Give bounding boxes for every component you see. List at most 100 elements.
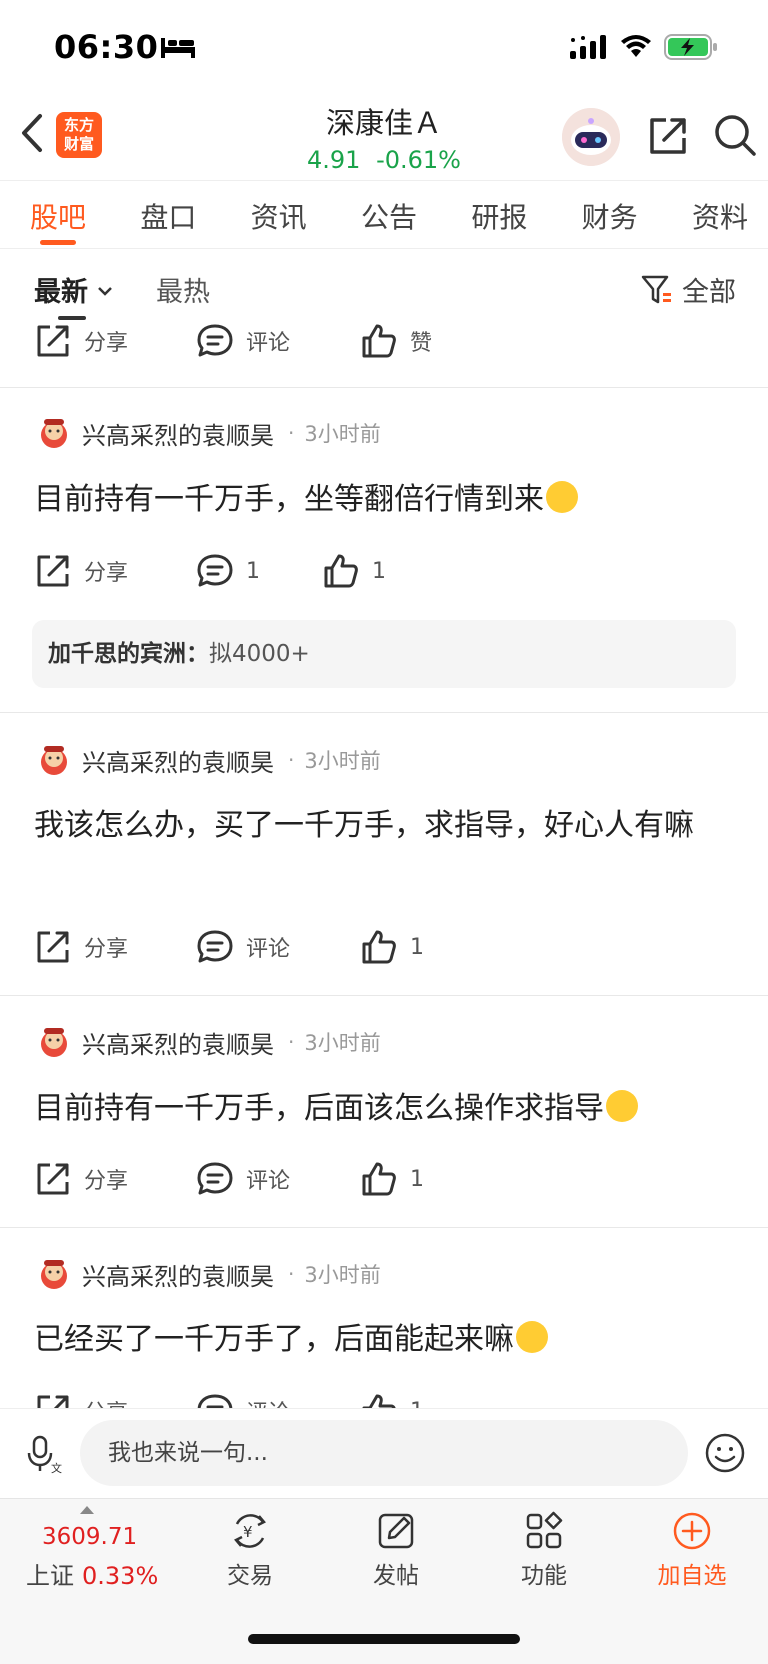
post-text: 我该怎么办，买了一千万手，求指导，好心人有嘛 bbox=[34, 808, 694, 843]
post-content[interactable]: 已经买了一千万手了，后面能起来嘛 bbox=[34, 1314, 738, 1366]
nav-post[interactable]: 发帖 bbox=[336, 1510, 456, 1590]
add-circle-icon bbox=[673, 1512, 711, 1550]
filter-all-button[interactable]: 全部 bbox=[640, 270, 736, 309]
index-value[interactable]: 3609.71 bbox=[42, 1524, 137, 1550]
status-indicators bbox=[570, 34, 718, 60]
stock-price: 4.91 bbox=[307, 146, 361, 174]
comment-icon bbox=[197, 324, 233, 357]
post-author[interactable]: 兴高采烈的袁顺昊 · 3小时前 bbox=[36, 1024, 381, 1060]
post-author[interactable]: 兴高采烈的袁顺昊 · 3小时前 bbox=[36, 415, 381, 451]
comment-label: 评论 bbox=[246, 937, 291, 962]
svg-text:文: 文 bbox=[51, 1461, 62, 1474]
like-action[interactable]: 1 bbox=[360, 928, 424, 966]
separator-dot: · bbox=[288, 748, 295, 772]
share-label: 分享 bbox=[84, 561, 129, 586]
post-content[interactable]: 目前持有一千万手，后面该怎么操作求指导 bbox=[34, 1083, 738, 1135]
sort-latest-label: 最新 bbox=[34, 277, 88, 308]
post-divider bbox=[0, 1227, 768, 1228]
comment-action[interactable]: 1 bbox=[196, 552, 260, 590]
post-text: 目前持有一千万手，坐等翻倍行情到来 bbox=[34, 482, 544, 517]
comment-action[interactable]: 评论 bbox=[196, 928, 290, 966]
like-action[interactable]: 1 bbox=[360, 1160, 424, 1198]
comment-action[interactable]: 评论 bbox=[196, 1160, 290, 1198]
stock-change-pct: -0.61% bbox=[376, 146, 461, 174]
separator-dot: · bbox=[288, 1030, 295, 1054]
sort-latest-dropdown[interactable]: 最新 bbox=[34, 270, 113, 309]
post-divider bbox=[0, 387, 768, 388]
like-count: 1 bbox=[410, 934, 424, 960]
post-time: 3小时前 bbox=[304, 749, 381, 773]
avatar bbox=[41, 746, 67, 775]
trade-icon: ¥ bbox=[234, 1514, 266, 1548]
share-action[interactable]: 分享 bbox=[34, 928, 128, 966]
reply-author: 加千思的宾洲： bbox=[48, 641, 209, 667]
post-author[interactable]: 兴高采烈的袁顺昊 · 3小时前 bbox=[36, 1256, 381, 1292]
post-time: 3小时前 bbox=[304, 1263, 381, 1287]
share-action[interactable]: 分享 bbox=[34, 552, 128, 590]
comment-icon bbox=[197, 1162, 233, 1195]
ai-assistant-icon[interactable] bbox=[562, 108, 620, 166]
filter-icon bbox=[641, 275, 671, 303]
wifi-icon bbox=[621, 35, 651, 57]
post-text: 目前持有一千万手，后面该怎么操作求指导 bbox=[34, 1091, 604, 1126]
avatar bbox=[41, 419, 67, 448]
author-name: 兴高采烈的袁顺昊 bbox=[82, 1262, 274, 1291]
like-count: 1 bbox=[410, 1166, 424, 1192]
search-icon[interactable] bbox=[712, 112, 758, 158]
post-time: 3小时前 bbox=[304, 422, 381, 446]
home-indicator[interactable] bbox=[248, 1634, 520, 1644]
share-icon bbox=[37, 931, 69, 963]
thumbs-up-icon bbox=[362, 930, 396, 964]
share-label: 分享 bbox=[84, 1169, 129, 1194]
emoji-picker-icon[interactable] bbox=[704, 1432, 746, 1474]
post-content[interactable]: 我该怎么办，买了一千万手，求指导，好心人有嘛 bbox=[34, 800, 738, 852]
nav-functions-label: 功能 bbox=[521, 1563, 567, 1589]
reply-text: 拟4000+ bbox=[209, 641, 310, 667]
header-divider bbox=[0, 180, 768, 181]
nav-trade[interactable]: ¥ 交易 bbox=[190, 1510, 310, 1590]
svg-text:¥: ¥ bbox=[243, 1523, 253, 1541]
sort-hottest[interactable]: 最热 bbox=[156, 270, 210, 309]
separator-dot: · bbox=[288, 1262, 295, 1286]
comment-input[interactable]: 我也来说一句... bbox=[80, 1420, 688, 1486]
post-time: 3小时前 bbox=[304, 1031, 381, 1055]
reply-preview[interactable]: 加千思的宾洲：拟4000+ bbox=[32, 620, 736, 688]
thumbs-up-icon bbox=[324, 554, 358, 588]
like-action[interactable]: 1 bbox=[322, 552, 386, 590]
tab-research[interactable]: 研报 bbox=[471, 182, 527, 248]
separator-dot: · bbox=[288, 421, 295, 445]
share-icon bbox=[37, 325, 69, 357]
author-name: 兴高采烈的袁顺昊 bbox=[82, 1030, 274, 1059]
index-name: 上证 bbox=[26, 1562, 74, 1590]
index-expand-icon[interactable] bbox=[80, 1506, 94, 1514]
post-content[interactable]: 目前持有一千万手，坐等翻倍行情到来 bbox=[34, 474, 738, 526]
sleep-mode-icon bbox=[161, 38, 195, 58]
status-time: 06:30 bbox=[54, 28, 159, 66]
comment-action[interactable]: 评论 bbox=[196, 322, 290, 360]
index-summary[interactable]: 上证 0.33% bbox=[26, 1556, 158, 1591]
comment-count: 1 bbox=[246, 558, 260, 584]
tabs-divider bbox=[0, 248, 768, 249]
nav-functions[interactable]: 功能 bbox=[484, 1510, 604, 1590]
comment-icon bbox=[197, 554, 233, 587]
battery-charging-icon bbox=[664, 34, 717, 60]
share-label: 分享 bbox=[84, 331, 129, 356]
nav-add-watchlist[interactable]: 加自选 bbox=[632, 1510, 752, 1590]
nav-add-watchlist-label: 加自选 bbox=[657, 1563, 727, 1589]
tab-news[interactable]: 资讯 bbox=[251, 182, 307, 248]
tab-finance[interactable]: 财务 bbox=[582, 182, 638, 248]
nav-post-label: 发帖 bbox=[373, 1563, 419, 1589]
post-author[interactable]: 兴高采烈的袁顺昊 · 3小时前 bbox=[36, 742, 381, 778]
tab-announcements[interactable]: 公告 bbox=[361, 182, 417, 248]
tab-profile[interactable]: 资料 bbox=[692, 182, 748, 248]
chevron-down-icon bbox=[98, 287, 113, 296]
comment-icon bbox=[197, 930, 233, 963]
share-action[interactable]: 分享 bbox=[34, 322, 128, 360]
tab-guba[interactable]: 股吧 bbox=[30, 182, 86, 248]
like-count: 1 bbox=[372, 558, 386, 584]
tab-pankou[interactable]: 盘口 bbox=[140, 182, 196, 248]
voice-input-icon[interactable]: 文 bbox=[26, 1434, 62, 1474]
like-action[interactable]: 赞 bbox=[360, 322, 432, 360]
share-action[interactable]: 分享 bbox=[34, 1160, 128, 1198]
share-icon[interactable] bbox=[646, 114, 690, 158]
